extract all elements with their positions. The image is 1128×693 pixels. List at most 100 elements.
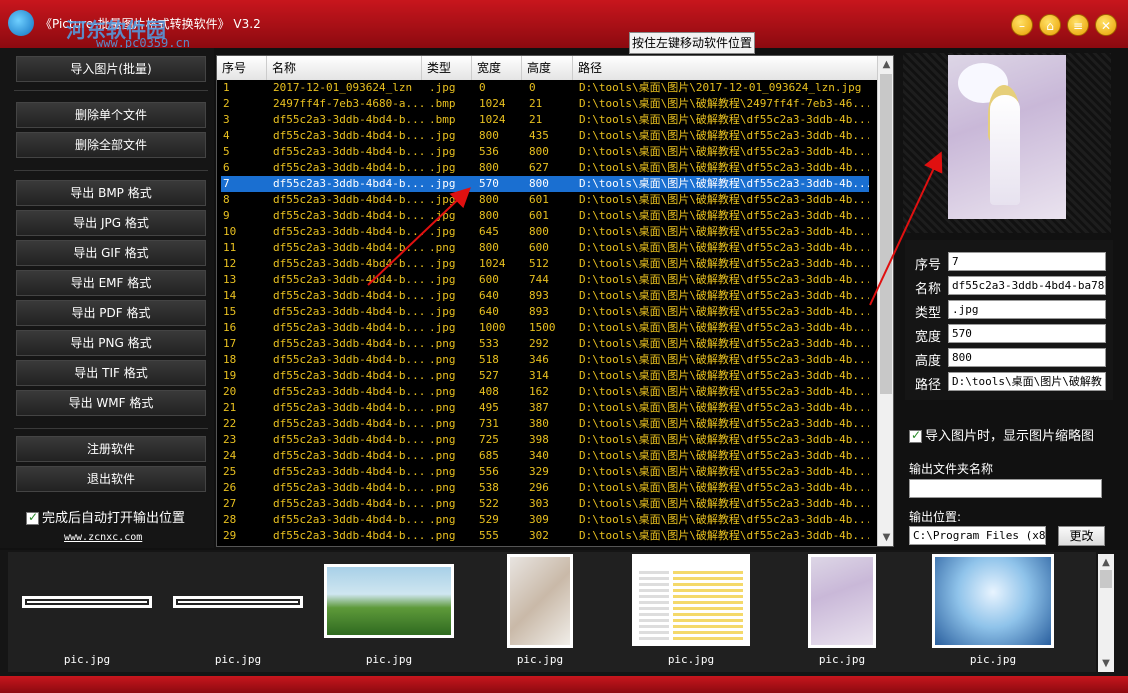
table-row[interactable]: 4 df55c2a3-3ddb-4bd4-b... .jpg 800 435 D:\too… — [221, 128, 869, 144]
table-row[interactable]: 5 df55c2a3-3ddb-4bd4-b... .jpg 536 800 D:\too… — [221, 144, 869, 160]
cell-index: 17 — [223, 337, 237, 350]
show-thumbs-checkbox[interactable] — [909, 428, 922, 443]
cell-path: D:\tools\桌面\图片\破解教程\df55c2a3-3ddb-4b... — [579, 193, 869, 206]
table-row[interactable]: 24 df55c2a3-3ddb-4bd4-b... .png 685 340 D:\to… — [221, 448, 869, 464]
col-path-header[interactable]: 路径 — [573, 56, 877, 80]
info-index-field[interactable]: 7 — [948, 252, 1106, 271]
change-path-button[interactable]: 更改 — [1058, 526, 1105, 546]
close-icon[interactable]: ✕ — [1095, 14, 1117, 36]
import-button[interactable]: 导入图片(批量) — [16, 56, 206, 82]
table-row[interactable]: 22 df55c2a3-3ddb-4bd4-b... .png 731 380 D:\to… — [221, 416, 869, 432]
export-png-button[interactable]: 导出 PNG 格式 — [16, 330, 206, 356]
file-table[interactable]: 序号 名称 类型 宽度 高度 路径 1 2017-12-01_093624_lzn… — [216, 55, 894, 547]
table-row[interactable]: 18 df55c2a3-3ddb-4bd4-b... .png 518 346 D:\to… — [221, 352, 869, 368]
cell-width: 529 — [479, 513, 499, 526]
table-row[interactable]: 15 df55c2a3-3ddb-4bd4-b... .jpg 640 893 D:\to… — [221, 304, 869, 320]
table-row[interactable]: 23 df55c2a3-3ddb-4bd4-b... .png 725 398 D:\to… — [221, 432, 869, 448]
col-height-header[interactable]: 高度 — [522, 56, 573, 80]
info-type-label: 类型 — [915, 306, 942, 321]
folder-name-input[interactable] — [909, 479, 1102, 498]
export-wmf-button[interactable]: 导出 WMF 格式 — [16, 390, 206, 416]
table-row[interactable]: 21 df55c2a3-3ddb-4bd4-b... .png 495 387 D:\to… — [221, 400, 869, 416]
thumbnail-4[interactable] — [507, 554, 573, 648]
table-row[interactable]: 26 df55c2a3-3ddb-4bd4-b... .png 538 296 D:\to… — [221, 480, 869, 496]
thumbnail-1[interactable] — [22, 596, 152, 608]
table-row[interactable]: 25 df55c2a3-3ddb-4bd4-b... .png 556 329 D:\to… — [221, 464, 869, 480]
menu-icon[interactable]: ≡ — [1067, 14, 1089, 36]
delete-all-button[interactable]: 删除全部文件 — [16, 132, 206, 158]
table-row[interactable]: 7 df55c2a3-3ddb-4bd4-b... .jpg 570 800 D:\too… — [221, 176, 869, 192]
cell-index: 25 — [223, 465, 237, 478]
cell-path: D:\tools\桌面\图片\破解教程\df55c2a3-3ddb-4b... — [579, 369, 869, 382]
info-height-field[interactable]: 800 — [948, 348, 1106, 367]
info-name-field[interactable]: df55c2a3-3ddb-4bd4-ba78-4: — [948, 276, 1106, 295]
table-row[interactable]: 27 df55c2a3-3ddb-4bd4-b... .png 522 303 D:\to… — [221, 496, 869, 512]
auto-open-option[interactable]: 完成后自动打开输出位置 — [26, 507, 185, 526]
export-pdf-button[interactable]: 导出 PDF 格式 — [16, 300, 206, 326]
info-path-field[interactable]: D:\tools\桌面\图片\破解教 — [948, 372, 1106, 391]
table-row[interactable]: 9 df55c2a3-3ddb-4bd4-b... .jpg 800 601 D:\too… — [221, 208, 869, 224]
thumb-scroll-up-icon[interactable]: ▲ — [1098, 554, 1114, 571]
cell-height: 800 — [529, 225, 549, 238]
export-emf-button[interactable]: 导出 EMF 格式 — [16, 270, 206, 296]
col-index-header[interactable]: 序号 — [217, 56, 267, 80]
thumbnail-2[interactable] — [173, 596, 303, 608]
table-row[interactable]: 12 df55c2a3-3ddb-4bd4-b... .jpg 1024 512 D:\t… — [221, 256, 869, 272]
cell-index: 18 — [223, 353, 237, 366]
thumbnail-7[interactable] — [932, 554, 1054, 648]
table-row[interactable]: 19 df55c2a3-3ddb-4bd4-b... .png 527 314 D:\to… — [221, 368, 869, 384]
thumb5-sidebar — [639, 571, 669, 641]
cell-width: 800 — [479, 241, 499, 254]
show-thumbs-option[interactable]: 导入图片时，显示图片缩略图 — [909, 425, 1094, 444]
table-row[interactable]: 11 df55c2a3-3ddb-4bd4-b... .png 800 600 D:\to… — [221, 240, 869, 256]
export-tif-button[interactable]: 导出 TIF 格式 — [16, 360, 206, 386]
scroll-down-icon[interactable]: ▼ — [878, 529, 893, 546]
title-bar[interactable]: 《Picture-批量图片格式转换软件》 V3.2 河东软件园 www.pc03… — [0, 0, 1128, 50]
table-row[interactable]: 16 df55c2a3-3ddb-4bd4-b... .jpg 1000 1500 D:\… — [221, 320, 869, 336]
thumbnail-5[interactable] — [632, 554, 750, 646]
table-scrollbar[interactable]: ▲ ▼ — [877, 56, 893, 546]
cell-name: df55c2a3-3ddb-4bd4-b... — [273, 529, 425, 542]
register-button[interactable]: 注册软件 — [16, 436, 206, 462]
home-icon[interactable]: ⌂ — [1039, 14, 1061, 36]
minimize-icon[interactable]: – — [1011, 14, 1033, 36]
scroll-thumb[interactable] — [880, 74, 892, 394]
thumbnail-scrollbar[interactable]: ▲ ▼ — [1098, 554, 1114, 672]
table-row[interactable]: 17 df55c2a3-3ddb-4bd4-b... .png 533 292 D:\to… — [221, 336, 869, 352]
exit-button[interactable]: 退出软件 — [16, 466, 206, 492]
col-width-header[interactable]: 宽度 — [472, 56, 522, 80]
cell-type: .png — [429, 481, 456, 494]
table-row[interactable]: 8 df55c2a3-3ddb-4bd4-b... .jpg 800 601 D:\too… — [221, 192, 869, 208]
thumb-scroll-down-icon[interactable]: ▼ — [1098, 655, 1114, 672]
export-bmp-button[interactable]: 导出 BMP 格式 — [16, 180, 206, 206]
thumb-scroll-thumb[interactable] — [1100, 570, 1112, 588]
cell-type: .jpg — [429, 193, 456, 206]
table-row[interactable]: 20 df55c2a3-3ddb-4bd4-b... .png 408 162 D:\to… — [221, 384, 869, 400]
table-row[interactable]: 13 df55c2a3-3ddb-4bd4-b... .jpg 600 744 D:\to… — [221, 272, 869, 288]
table-row[interactable]: 2 2497ff4f-7eb3-4680-a... .bmp 1024 21 D:\too… — [221, 96, 869, 112]
export-gif-button[interactable]: 导出 GIF 格式 — [16, 240, 206, 266]
thumbnail-3-label: pic.jpg — [365, 653, 413, 666]
cell-type: .jpg — [429, 129, 456, 142]
table-row[interactable]: 1 2017-12-01_093624_lzn .jpg 0 0 D:\tools\桌面\… — [221, 80, 869, 96]
col-name-header[interactable]: 名称 — [267, 56, 422, 80]
info-width-field[interactable]: 570 — [948, 324, 1106, 343]
folder-name-label: 输出文件夹名称 — [909, 462, 994, 476]
thumbnail-6[interactable] — [808, 554, 876, 648]
table-row[interactable]: 6 df55c2a3-3ddb-4bd4-b... .jpg 800 627 D:\too… — [221, 160, 869, 176]
table-row[interactable]: 29 df55c2a3-3ddb-4bd4-b... .png 555 302 D:\to… — [221, 528, 869, 544]
table-row[interactable]: 10 df55c2a3-3ddb-4bd4-b... .jpg 645 800 D:\to… — [221, 224, 869, 240]
thumbnail-3[interactable] — [324, 564, 454, 638]
table-row[interactable]: 28 df55c2a3-3ddb-4bd4-b... .png 529 309 D:\to… — [221, 512, 869, 528]
output-path-field[interactable]: C:\Program Files (x86) — [909, 526, 1046, 545]
cell-height: 21 — [529, 113, 543, 126]
table-row[interactable]: 3 df55c2a3-3ddb-4bd4-b... .bmp 1024 21 D:\too… — [221, 112, 869, 128]
auto-open-checkbox[interactable] — [26, 510, 39, 525]
delete-one-button[interactable]: 删除单个文件 — [16, 102, 206, 128]
scroll-up-icon[interactable]: ▲ — [878, 56, 893, 73]
export-jpg-button[interactable]: 导出 JPG 格式 — [16, 210, 206, 236]
table-row[interactable]: 14 df55c2a3-3ddb-4bd4-b... .jpg 640 893 D:\to… — [221, 288, 869, 304]
col-type-header[interactable]: 类型 — [422, 56, 472, 80]
info-type-field[interactable]: .jpg — [948, 300, 1106, 319]
site-link[interactable]: www.zcnxc.com — [64, 532, 142, 543]
